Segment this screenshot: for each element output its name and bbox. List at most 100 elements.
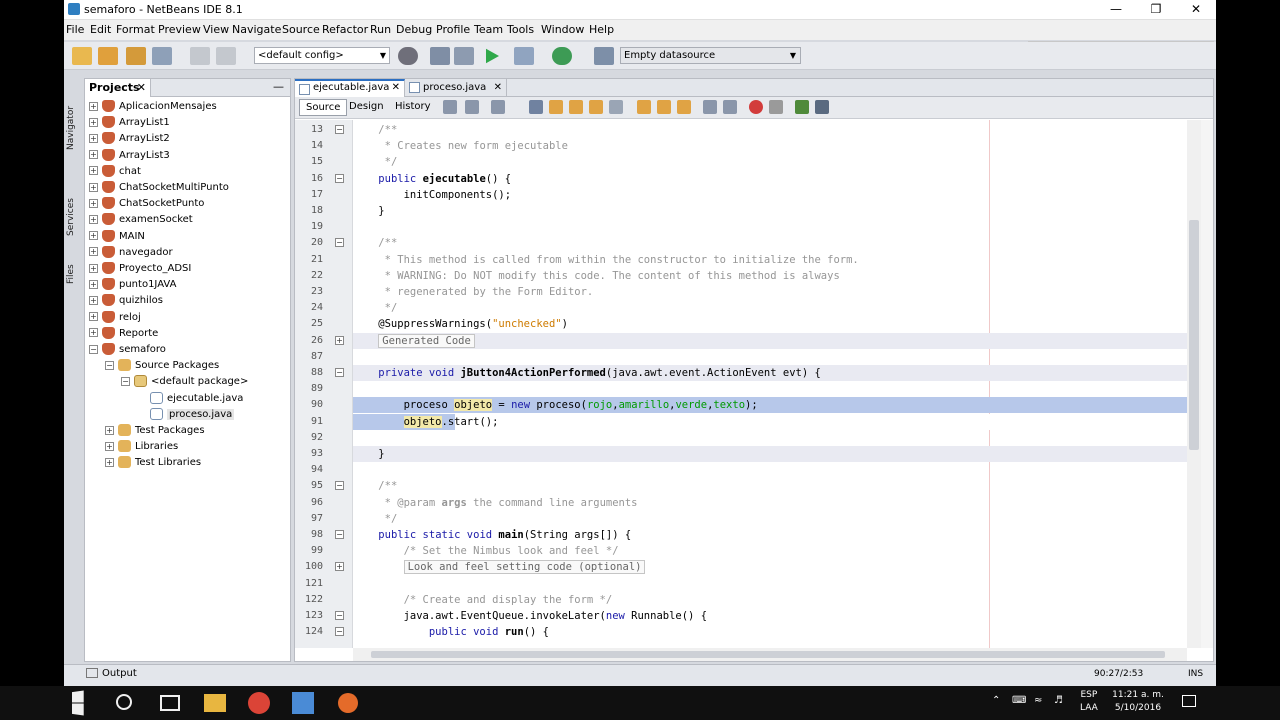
language-indicator[interactable]: ESP LAA (1080, 689, 1098, 715)
expand-icon[interactable]: + (89, 279, 98, 289)
tree-item[interactable]: + Test Libraries (105, 455, 201, 471)
expand-icon[interactable]: + (89, 166, 98, 176)
tree-item[interactable]: + Proyecto_ADSI (89, 261, 191, 277)
find-previous-icon[interactable] (549, 100, 563, 114)
maximize-button[interactable]: ❐ (1136, 0, 1176, 20)
build-hammer-icon[interactable] (430, 47, 450, 65)
tree-item[interactable]: + ChatSocketPunto (89, 196, 204, 212)
tree-item[interactable]: + chat (89, 164, 141, 180)
netbeans-taskbar-icon[interactable] (292, 692, 314, 714)
new-file-icon[interactable] (72, 47, 92, 65)
code-area[interactable]: /** * Creates new form ejecutable */ pub… (353, 120, 1187, 648)
tree-item[interactable]: − semaforo (89, 342, 166, 358)
undo-icon[interactable] (190, 47, 210, 65)
close-icon[interactable]: ✕ (494, 79, 502, 96)
code-line[interactable] (353, 349, 1187, 365)
horizontal-scrollbar[interactable] (353, 648, 1187, 661)
tree-item[interactable]: + ArrayList2 (89, 131, 170, 147)
expand-icon[interactable]: + (89, 295, 98, 305)
expand-fold-icon[interactable]: + (335, 335, 344, 345)
code-line[interactable] (353, 381, 1187, 397)
code-line[interactable]: public ejecutable() { (353, 171, 1187, 187)
tree-item[interactable]: + navegador (89, 245, 173, 261)
start-windows-icon[interactable] (72, 690, 84, 716)
datasource-icon[interactable] (594, 47, 614, 65)
expand-icon[interactable]: + (89, 117, 98, 127)
datasource-select[interactable]: Empty datasource ▼ (620, 47, 801, 64)
forward-icon[interactable] (491, 100, 505, 114)
code-line[interactable]: * regenerated by the Form Editor. (353, 284, 1187, 300)
menu-window[interactable]: Window (541, 23, 584, 36)
save-all-icon[interactable] (152, 47, 172, 65)
code-line[interactable]: objeto.start(); (353, 413, 1187, 430)
find-next-icon[interactable] (569, 100, 583, 114)
code-line[interactable]: @SuppressWarnings("unchecked") (353, 316, 1187, 332)
menu-debug[interactable]: Debug (396, 23, 432, 36)
history-view-button[interactable]: History (389, 99, 437, 116)
wifi-icon[interactable]: ≈ (1034, 695, 1042, 706)
tree-item[interactable]: + Libraries (105, 439, 178, 455)
toggle-rect-selection-icon[interactable] (609, 100, 623, 114)
expand-icon[interactable]: + (89, 214, 98, 224)
code-line[interactable]: initComponents(); (353, 187, 1187, 203)
tree-item[interactable]: proceso.java (137, 407, 235, 423)
menu-preview[interactable]: Preview (158, 23, 201, 36)
minimize-panel-icon[interactable]: — (273, 80, 284, 93)
tree-item[interactable]: + ArrayList1 (89, 115, 170, 131)
code-line[interactable]: /** (353, 478, 1187, 494)
keyboard-icon[interactable]: ⌨ (1012, 695, 1026, 706)
code-line[interactable] (353, 576, 1187, 592)
collapse-fold-icon[interactable]: − (335, 125, 344, 134)
menu-source[interactable]: Source (282, 23, 320, 36)
tree-item[interactable]: ejecutable.java (137, 391, 243, 407)
tab-ejecutable-java[interactable]: ejecutable.java ✕ (295, 79, 405, 97)
collapse-fold-icon[interactable]: − (335, 173, 344, 183)
toggle-bookmark-icon[interactable] (677, 100, 691, 114)
code-line[interactable]: */ (353, 154, 1187, 170)
navigator-side-tab[interactable]: Navigator (66, 98, 80, 150)
expand-icon[interactable]: + (105, 441, 114, 451)
code-line[interactable]: proceso objeto = new proceso(rojo,amaril… (353, 397, 1187, 414)
tab-proceso-java[interactable]: proceso.java ✕ (405, 79, 507, 97)
tree-item[interactable]: + Test Packages (105, 423, 205, 439)
task-view-icon[interactable] (160, 695, 180, 711)
start-macro-icon[interactable] (749, 100, 763, 114)
menu-view[interactable]: View (203, 23, 229, 36)
tree-item[interactable]: + ArrayList3 (89, 148, 170, 164)
output-button[interactable]: Output (86, 668, 137, 679)
clean-build-icon[interactable] (454, 47, 474, 65)
find-selection-icon[interactable] (529, 100, 543, 114)
scroll-thumb[interactable] (1189, 220, 1199, 450)
tree-item[interactable]: + punto1JAVA (89, 277, 176, 293)
tree-item[interactable]: + AplicacionMensajes (89, 99, 217, 115)
toggle-highlight-icon[interactable] (589, 100, 603, 114)
menu-navigate[interactable]: Navigate (232, 23, 281, 36)
tree-item[interactable]: + quizhilos (89, 293, 163, 309)
debug-project-icon[interactable] (514, 47, 534, 65)
code-line[interactable] (353, 219, 1187, 235)
code-line[interactable]: } (353, 203, 1187, 219)
java-app-icon[interactable] (338, 693, 358, 713)
close-window-button[interactable]: ✕ (1176, 0, 1216, 20)
collapse-icon[interactable]: − (89, 344, 98, 354)
open-project-icon[interactable] (126, 47, 146, 65)
design-view-button[interactable]: Design (343, 99, 390, 116)
menu-help[interactable]: Help (589, 23, 614, 36)
menu-tools[interactable]: Tools (507, 23, 534, 36)
code-line[interactable] (353, 462, 1187, 478)
clock[interactable]: 11:21 a. m. 5/10/2016 (1108, 689, 1168, 715)
scroll-thumb[interactable] (371, 651, 1165, 658)
stop-macro-icon[interactable] (769, 100, 783, 114)
expand-fold-icon[interactable]: + (335, 562, 344, 572)
globe-icon[interactable] (398, 47, 418, 65)
expand-icon[interactable]: + (89, 231, 98, 241)
configuration-select[interactable]: <default config> ▼ (254, 47, 390, 64)
code-line[interactable]: /* Create and display the form */ (353, 592, 1187, 608)
run-project-icon[interactable] (486, 48, 499, 64)
collapse-fold-icon[interactable]: − (335, 611, 344, 620)
volume-icon[interactable]: ♬ (1054, 695, 1063, 706)
code-line[interactable]: * WARNING: Do NOT modify this code. The … (353, 268, 1187, 284)
code-line[interactable]: * Creates new form ejecutable (353, 138, 1187, 154)
collapse-icon[interactable]: − (121, 376, 130, 386)
code-line[interactable]: public void run() { (353, 624, 1187, 640)
